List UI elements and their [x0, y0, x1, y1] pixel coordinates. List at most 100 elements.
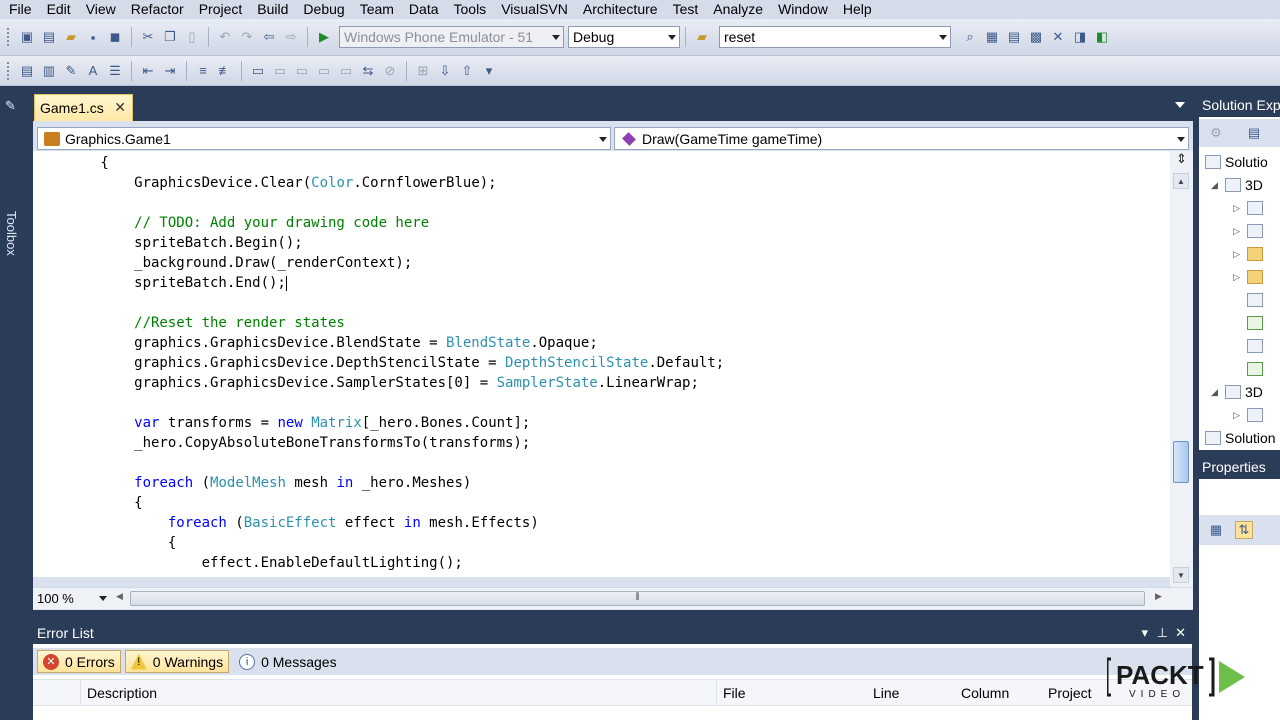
toolbar-grip[interactable]: [6, 27, 10, 47]
horizontal-scroll-thumb[interactable]: ⦀: [130, 591, 1145, 606]
cut-icon[interactable]: ✂: [139, 28, 157, 46]
code-line[interactable]: graphics.GraphicsDevice.DepthStencilStat…: [33, 353, 724, 373]
show-all-files-icon[interactable]: ▤: [1245, 124, 1263, 142]
extension-manager-icon[interactable]: ◨: [1071, 28, 1089, 46]
object-browser-icon[interactable]: ▩: [1027, 28, 1045, 46]
code-line[interactable]: graphics.GraphicsDevice.BlendState = Ble…: [33, 333, 598, 353]
messages-filter-button[interactable]: i 0 Messages: [233, 650, 342, 673]
menu-item-visualsvn[interactable]: VisualSVN: [496, 0, 578, 19]
target-device-combo[interactable]: Windows Phone Emulator - 51: [339, 26, 564, 48]
save-all-icon[interactable]: ◼: [106, 28, 124, 46]
tree-node[interactable]: [1233, 312, 1267, 334]
scroll-right-icon[interactable]: ▶: [1155, 591, 1162, 602]
word-completion-icon[interactable]: A: [84, 62, 102, 80]
increase-indent-icon[interactable]: ⇥: [161, 62, 179, 80]
uncomment-lines-icon[interactable]: ≢: [216, 62, 234, 80]
code-line[interactable]: spriteBatch.Begin();: [33, 233, 303, 253]
column-header-line[interactable]: Line: [867, 680, 955, 706]
menu-item-data[interactable]: Data: [404, 0, 449, 19]
code-text-area[interactable]: { GraphicsDevice.Clear(Color.CornflowerB…: [33, 151, 1170, 577]
comment-lines-icon[interactable]: ≡: [194, 62, 212, 80]
menu-item-edit[interactable]: Edit: [42, 0, 81, 19]
menu-item-architecture[interactable]: Architecture: [578, 0, 668, 19]
paste-icon[interactable]: ▯: [183, 28, 201, 46]
menu-item-refactor[interactable]: Refactor: [126, 0, 194, 19]
navigate-forward-icon[interactable]: ⇨: [282, 28, 300, 46]
navigate-backward-icon[interactable]: ⇦: [260, 28, 278, 46]
menu-item-file[interactable]: File: [4, 0, 42, 19]
start-debugging-icon[interactable]: ▶: [315, 28, 333, 46]
close-icon[interactable]: ✕: [1175, 622, 1186, 644]
menu-item-analyze[interactable]: Analyze: [708, 0, 773, 19]
clear-bookmarks-icon[interactable]: ⇆: [359, 62, 377, 80]
toolbar-grip[interactable]: [6, 60, 10, 81]
scroll-left-icon[interactable]: ◀: [116, 591, 123, 602]
scroll-down-icon[interactable]: ▼: [1173, 567, 1189, 583]
categorized-icon[interactable]: ▦: [1207, 521, 1225, 539]
expand-toggle-icon[interactable]: ◢: [1211, 174, 1225, 196]
tree-node[interactable]: ▷: [1233, 197, 1267, 219]
expand-toggle-icon[interactable]: ◢: [1211, 381, 1225, 403]
quick-info-icon[interactable]: ✎: [62, 62, 80, 80]
move-up-icon[interactable]: ⇧: [458, 62, 476, 80]
toolbox-icon[interactable]: ✕: [1049, 28, 1067, 46]
warnings-filter-button[interactable]: ! 0 Warnings: [124, 650, 230, 673]
undo-icon[interactable]: ↶: [216, 28, 234, 46]
redo-icon[interactable]: ↷: [238, 28, 256, 46]
column-header-column[interactable]: Column: [955, 680, 1043, 706]
menu-item-debug[interactable]: Debug: [298, 0, 354, 19]
menu-item-window[interactable]: Window: [773, 0, 838, 19]
code-line[interactable]: effect.EnableDefaultLighting();: [33, 553, 463, 573]
tab-game1-cs[interactable]: Game1.cs ✕: [34, 94, 133, 121]
type-combo[interactable]: Graphics.Game1: [37, 127, 611, 150]
menu-item-help[interactable]: Help: [838, 0, 882, 19]
find-in-files-icon[interactable]: ▰: [693, 28, 711, 46]
zoom-combo[interactable]: 100 %: [37, 590, 107, 607]
tree-node[interactable]: ◢ 3D: [1211, 174, 1263, 196]
tree-node[interactable]: [1233, 335, 1267, 357]
column-header-description[interactable]: Description: [80, 680, 716, 706]
code-line[interactable]: _background.Draw(_renderContext);: [33, 253, 412, 273]
wrench-icon[interactable]: ✎: [5, 98, 16, 114]
tree-node[interactable]: ▷: [1233, 404, 1267, 426]
configuration-combo[interactable]: Debug: [568, 26, 680, 48]
previous-bookmark-folder-icon[interactable]: ▭: [315, 62, 333, 80]
toolbar-options-icon[interactable]: ▾: [480, 62, 498, 80]
menu-item-tools[interactable]: Tools: [449, 0, 497, 19]
code-line[interactable]: GraphicsDevice.Clear(Color.CornflowerBlu…: [33, 173, 496, 193]
scroll-thumb[interactable]: [1173, 441, 1189, 483]
code-line[interactable]: {: [33, 153, 108, 173]
save-icon[interactable]: ▪: [84, 28, 102, 46]
code-line[interactable]: var transforms = new Matrix[_hero.Bones.…: [33, 413, 530, 433]
vertical-scrollbar[interactable]: ⇕ ▲ ▼: [1170, 151, 1193, 587]
solution-explorer-icon[interactable]: ▦: [983, 28, 1001, 46]
tree-node[interactable]: ▷: [1233, 243, 1267, 265]
menu-item-build[interactable]: Build: [252, 0, 298, 19]
code-line[interactable]: foreach (ModelMesh mesh in _hero.Meshes): [33, 473, 471, 493]
pin-icon[interactable]: ⊥: [1157, 622, 1168, 644]
error-list-title[interactable]: Error List: [37, 625, 94, 641]
solution-explorer-title[interactable]: Solution Exp: [1199, 93, 1280, 117]
expand-toggle-icon[interactable]: ▷: [1233, 197, 1247, 219]
tree-node[interactable]: Solution: [1205, 427, 1276, 449]
properties-icon[interactable]: ⚙: [1207, 124, 1225, 142]
menu-item-view[interactable]: View: [81, 0, 126, 19]
expand-toggle-icon[interactable]: ▷: [1233, 243, 1247, 265]
previous-bookmark-icon[interactable]: ▭: [271, 62, 289, 80]
outline-icon[interactable]: ☰: [106, 62, 124, 80]
alphabetical-sort-icon[interactable]: ⇅: [1235, 521, 1253, 539]
add-item-icon[interactable]: ▤: [40, 28, 58, 46]
chevron-down-icon[interactable]: ▾: [1141, 622, 1148, 644]
column-header-file[interactable]: File: [716, 680, 866, 706]
code-line[interactable]: graphics.GraphicsDevice.SamplerStates[0]…: [33, 373, 699, 393]
copy-icon[interactable]: ❐: [161, 28, 179, 46]
menu-item-project[interactable]: Project: [194, 0, 253, 19]
find-icon[interactable]: ⌕: [961, 28, 979, 46]
code-line[interactable]: // TODO: Add your drawing code here: [33, 213, 429, 233]
next-bookmark-folder-icon[interactable]: ▭: [337, 62, 355, 80]
code-line[interactable]: {: [33, 493, 142, 513]
errors-filter-button[interactable]: ✕ 0 Errors: [37, 650, 121, 673]
toolbox-tab[interactable]: Toolbox: [4, 211, 19, 256]
splitter-icon[interactable]: ⇕: [1174, 151, 1189, 171]
find-combo[interactable]: reset: [719, 26, 951, 48]
